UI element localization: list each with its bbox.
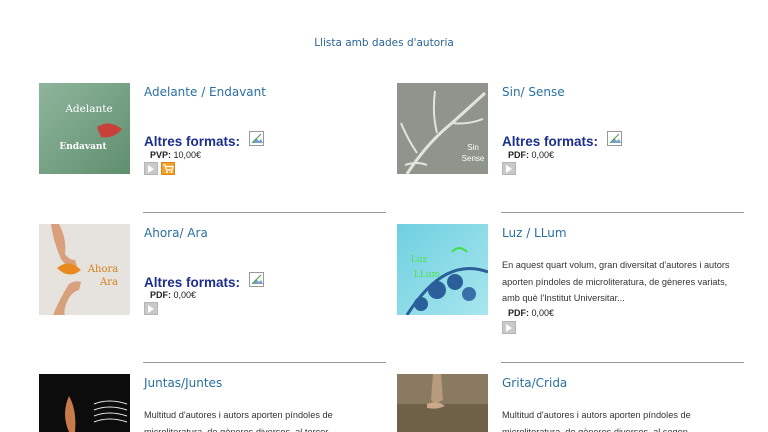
cover-title-2: Sense bbox=[462, 154, 485, 163]
book-title-link[interactable]: Luz / LLum bbox=[502, 226, 567, 240]
other-formats-label: Altres formats: bbox=[144, 131, 265, 149]
author-data-list-link[interactable]: Llista amb dades d'autoria bbox=[0, 37, 768, 49]
price-line: PVP: 10,00€ bbox=[150, 150, 202, 160]
arrow-right-icon[interactable] bbox=[502, 162, 516, 175]
cover-title-1: Luz bbox=[411, 255, 428, 265]
book-cover[interactable] bbox=[39, 374, 130, 432]
price-line: PDF: 0,00€ bbox=[150, 290, 197, 300]
book-description: En aquest quart volum, gran diversitat d… bbox=[502, 260, 730, 303]
cart-icon[interactable] bbox=[161, 162, 175, 175]
broken-image-icon bbox=[249, 131, 265, 147]
divider bbox=[501, 212, 744, 213]
book-title-link[interactable]: Sin/ Sense bbox=[502, 85, 565, 99]
book-title-link[interactable]: Grita/Crida bbox=[502, 376, 567, 390]
arrow-right-icon[interactable] bbox=[144, 302, 158, 315]
other-formats-label: Altres formats: bbox=[144, 272, 265, 290]
cover-title-2: LLum bbox=[414, 270, 441, 280]
book-title-link[interactable]: Adelante / Endavant bbox=[144, 85, 266, 99]
broken-image-icon bbox=[249, 272, 265, 288]
arrow-right-icon[interactable] bbox=[144, 162, 158, 175]
book-title-link[interactable]: Juntas/Juntes bbox=[144, 376, 222, 390]
book-cover[interactable]: Luz LLum bbox=[397, 224, 488, 315]
divider bbox=[143, 362, 386, 363]
price-line: PDF: 0,00€ bbox=[508, 308, 555, 318]
cover-title-1: Ahora bbox=[87, 264, 118, 275]
cover-title-1: Sin bbox=[467, 143, 479, 152]
cover-title-2: Ara bbox=[99, 277, 118, 288]
divider bbox=[143, 212, 386, 213]
book-description: Multitud d'autores i autors aporten pínd… bbox=[144, 410, 333, 432]
price-line: PDF: 0,00€ bbox=[508, 150, 555, 160]
book-cover[interactable]: Ahora Ara bbox=[39, 224, 130, 315]
book-cover[interactable]: Adelante Endavant bbox=[39, 83, 130, 174]
broken-image-icon bbox=[607, 131, 623, 147]
cover-title-1: Adelante bbox=[64, 103, 112, 115]
arrow-right-icon[interactable] bbox=[502, 321, 516, 334]
book-cover[interactable]: Sin Sense bbox=[397, 83, 488, 174]
book-cover[interactable] bbox=[397, 374, 488, 432]
other-formats-label: Altres formats: bbox=[502, 131, 623, 149]
divider bbox=[501, 362, 744, 363]
book-description: Multitud d'autores i autors aporten pínd… bbox=[502, 410, 691, 432]
cover-title-2: Endavant bbox=[59, 142, 107, 152]
book-title-link[interactable]: Ahora/ Ara bbox=[144, 226, 208, 240]
